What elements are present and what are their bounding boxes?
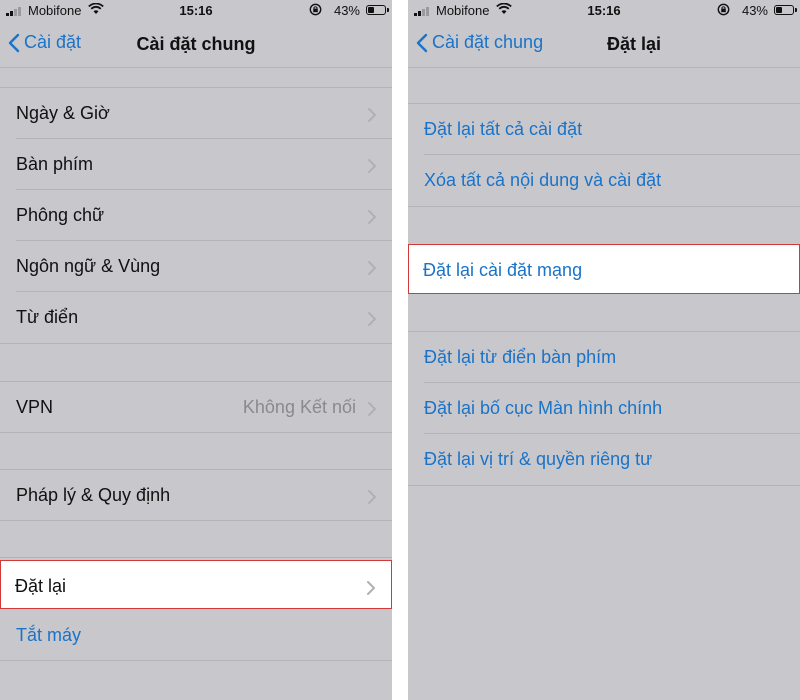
- chevron-right-icon: [368, 310, 376, 331]
- battery-icon: [774, 5, 797, 15]
- chevron-right-icon: [368, 400, 376, 421]
- row-label: Xóa tất cả nội dung và cài đặt: [424, 170, 662, 190]
- row-label: VPN: [16, 397, 54, 417]
- row-label: Ngày & Giờ: [16, 103, 110, 123]
- row-label: Đặt lại cài đặt mạng: [423, 260, 583, 280]
- settings-group: VPN Không Kết nối: [0, 381, 392, 433]
- chevron-right-icon: [368, 488, 376, 509]
- row-reset-home-screen-layout[interactable]: Đặt lại bố cục Màn hình chính: [408, 383, 800, 434]
- chevron-left-icon: [416, 33, 428, 52]
- row-label: Đặt lại từ điển bàn phím: [424, 347, 617, 367]
- row-label: Đặt lại bố cục Màn hình chính: [424, 398, 663, 418]
- settings-group: Đặt lại tất cả cài đặt Xóa tất cả nội du…: [408, 103, 800, 207]
- settings-group: Ngày & Giờ Bàn phím Phông chữ Ngôn ngữ &…: [0, 87, 392, 344]
- row-date-time[interactable]: Ngày & Giờ: [0, 88, 392, 139]
- chevron-right-icon: [368, 106, 376, 127]
- row-label: Đặt lại: [15, 576, 67, 596]
- row-label: Đặt lại vị trí & quyền riêng tư: [424, 449, 653, 469]
- row-reset-keyboard-dictionary[interactable]: Đặt lại từ điển bàn phím: [408, 332, 800, 383]
- settings-group: Đặt lại từ điển bàn phím Đặt lại bố cục …: [408, 331, 800, 486]
- reset-screen: Mobifone 15:16 43% Cài đặt chung Đặt lại…: [408, 0, 800, 700]
- navigation-bar: Cài đặt chung Đặt lại: [408, 22, 800, 68]
- settings-group: Pháp lý & Quy định: [0, 469, 392, 521]
- chevron-right-icon: [367, 579, 375, 600]
- row-language-region[interactable]: Ngôn ngữ & Vùng: [0, 241, 392, 292]
- row-vpn[interactable]: VPN Không Kết nối: [0, 382, 392, 433]
- row-dictionary[interactable]: Từ điển: [0, 292, 392, 343]
- back-button[interactable]: Cài đặt chung: [416, 32, 543, 53]
- row-label: Ngôn ngữ & Vùng: [16, 256, 161, 276]
- row-reset-network-settings[interactable]: Đặt lại cài đặt mạng: [408, 244, 800, 294]
- row-reset-location-privacy[interactable]: Đặt lại vị trí & quyền riêng tư: [408, 434, 800, 485]
- chevron-right-icon: [368, 157, 376, 178]
- row-label: Bàn phím: [16, 154, 94, 174]
- settings-general-screen: Mobifone 15:16 43% Cài đặt Cài đặt chung…: [0, 0, 392, 700]
- battery-percent: 43%: [333, 3, 360, 18]
- status-bar: Mobifone 15:16 43%: [408, 0, 800, 22]
- back-button[interactable]: Cài đặt: [8, 32, 81, 53]
- battery-icon: [366, 5, 389, 15]
- back-button-label: Cài đặt chung: [432, 32, 544, 52]
- chevron-right-icon: [368, 208, 376, 229]
- row-legal-regulatory[interactable]: Pháp lý & Quy định: [0, 470, 392, 521]
- row-label: Đặt lại tất cả cài đặt: [424, 119, 583, 139]
- row-label: Pháp lý & Quy định: [16, 485, 171, 505]
- row-erase-all-content[interactable]: Xóa tất cả nội dung và cài đặt: [408, 155, 800, 206]
- row-label: Từ điển: [16, 307, 79, 327]
- row-reset-all-settings[interactable]: Đặt lại tất cả cài đặt: [408, 104, 800, 155]
- battery-percent: 43%: [741, 3, 768, 18]
- navigation-bar: Cài đặt Cài đặt chung: [0, 22, 392, 68]
- row-keyboard[interactable]: Bàn phím: [0, 139, 392, 190]
- settings-group: Đặt lại Tắt máy: [0, 557, 392, 661]
- orientation-lock-icon: [309, 3, 322, 19]
- orientation-lock-icon: [717, 3, 730, 19]
- row-reset[interactable]: Đặt lại: [0, 560, 392, 609]
- chevron-left-icon: [8, 33, 20, 52]
- status-bar: Mobifone 15:16 43%: [0, 0, 392, 22]
- back-button-label: Cài đặt: [24, 32, 82, 52]
- row-label: Tắt máy: [16, 625, 82, 645]
- row-fonts[interactable]: Phông chữ: [0, 190, 392, 241]
- row-label: Phông chữ: [16, 205, 105, 225]
- row-shut-down[interactable]: Tắt máy: [0, 610, 392, 661]
- vpn-status: Không Kết nối: [242, 397, 356, 417]
- chevron-right-icon: [368, 259, 376, 280]
